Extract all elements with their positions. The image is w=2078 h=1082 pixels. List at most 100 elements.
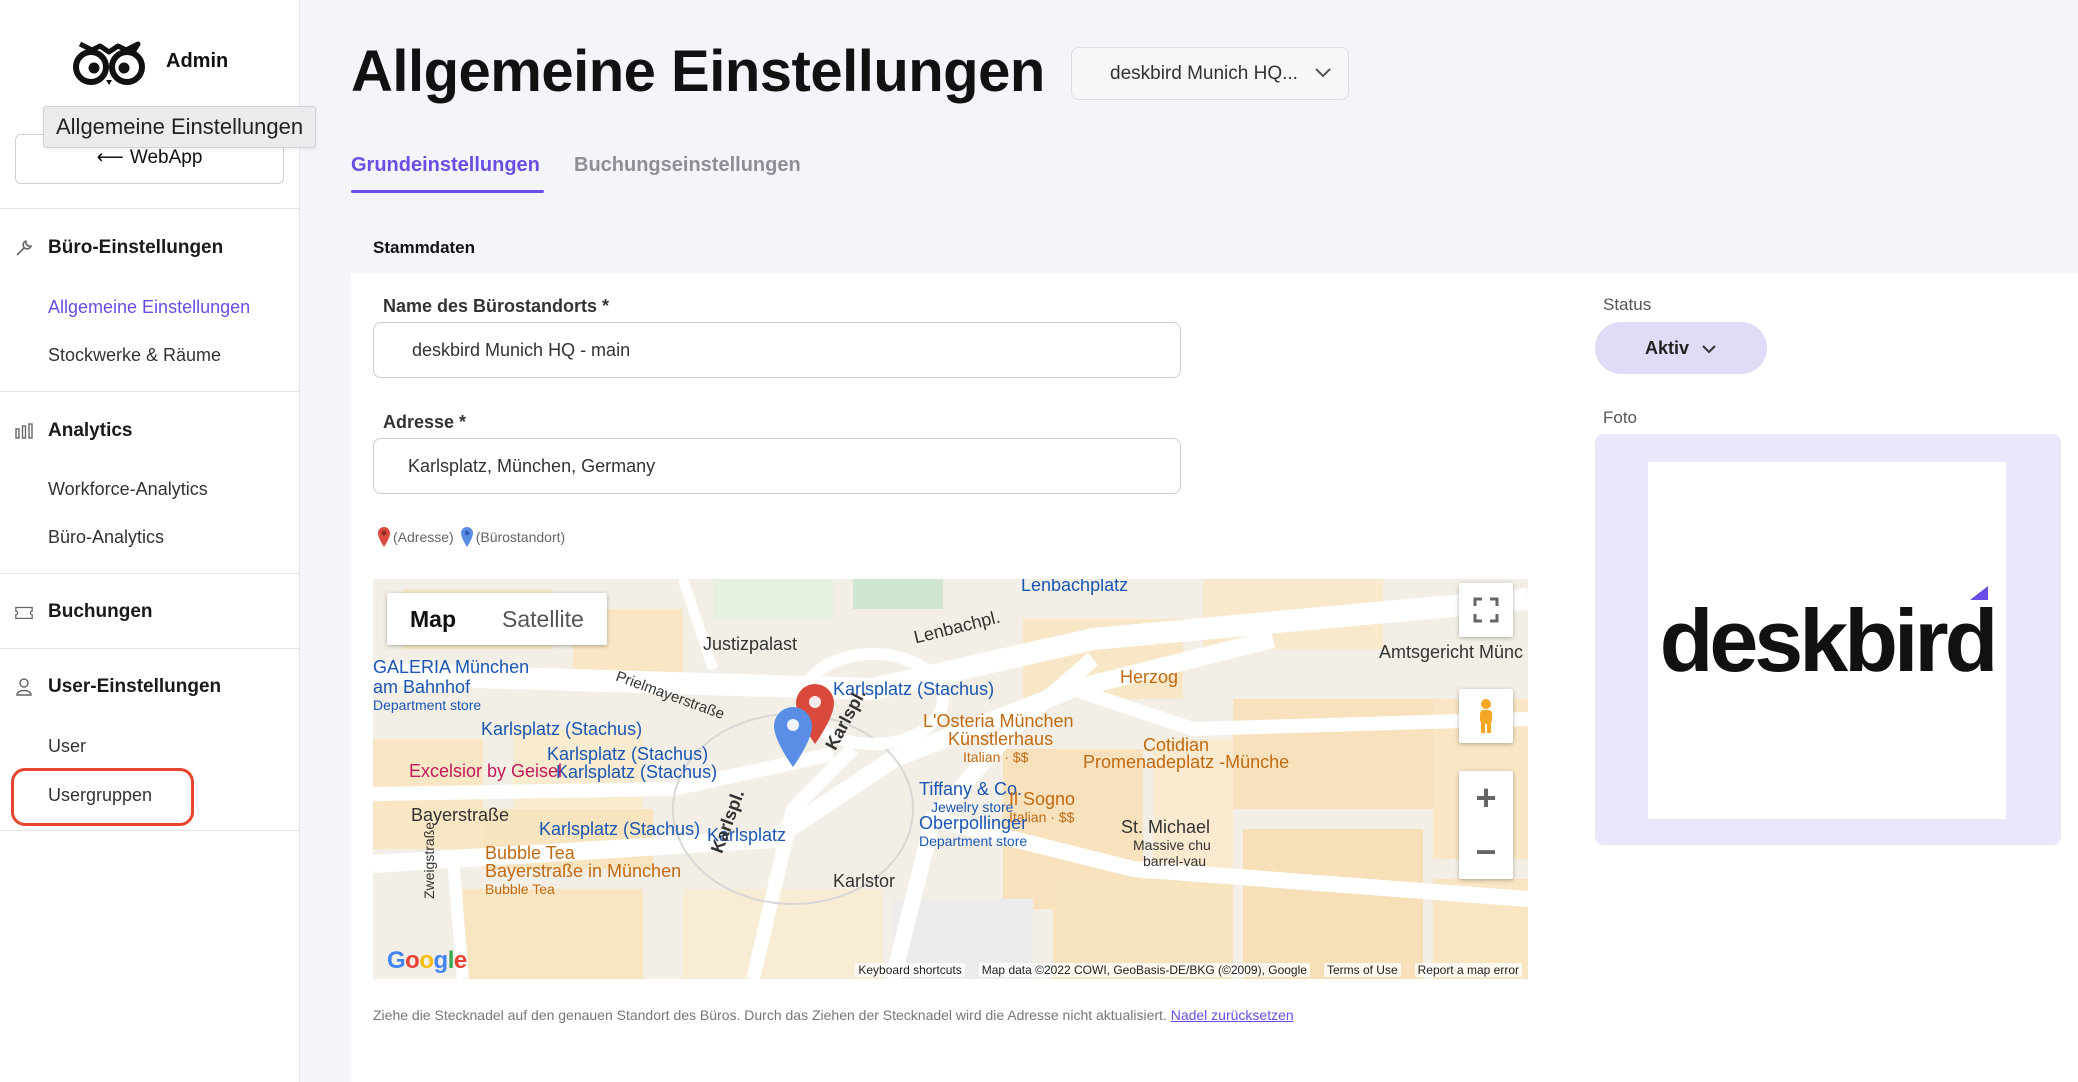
- divider: [0, 573, 300, 574]
- map-label: GALERIA München: [373, 657, 530, 677]
- sidebar-section-label: Buchungen: [48, 601, 153, 622]
- sidebar-section-label: Büro-Einstellungen: [48, 237, 224, 258]
- map-footer-report[interactable]: Report a map error: [1414, 963, 1522, 977]
- fullscreen-icon: [1473, 597, 1499, 623]
- deskbird-logo: deskbird: [1659, 585, 1999, 692]
- map-label: Zweigstraße: [421, 821, 437, 899]
- sidebar-section-label: User-Einstellungen: [48, 676, 222, 697]
- page-title: Allgemeine Einstellungen: [351, 39, 1045, 104]
- divider: [0, 830, 300, 831]
- map-footer: Keyboard shortcuts Map data ©2022 COWI, …: [373, 961, 1528, 979]
- street-view-button[interactable]: [1459, 689, 1513, 743]
- red-pin-icon: [378, 527, 390, 547]
- sidebar-section-user-einstellungen[interactable]: User-Einstellungen: [14, 676, 221, 698]
- chevron-down-icon: [1314, 63, 1332, 85]
- map-label: Lenbachplatz: [1021, 579, 1129, 595]
- section-title: Stammdaten: [373, 238, 476, 257]
- map-label: Excelsior by Geisel: [409, 761, 563, 781]
- map-type-map[interactable]: Map: [387, 593, 479, 645]
- map-label: am Bahnhof: [373, 677, 471, 697]
- usergruppen-highlight: [11, 768, 194, 826]
- map-label: Bubble Tea: [485, 881, 555, 897]
- sidebar-item-workforce-analytics[interactable]: Workforce-Analytics: [48, 479, 208, 500]
- active-tab-indicator: [351, 190, 544, 193]
- status-value: Aktiv: [1644, 337, 1689, 358]
- map-footer-terms[interactable]: Terms of Use: [1323, 963, 1401, 977]
- arrow-left-icon: ⟵: [96, 147, 124, 168]
- owl-logo-icon: [73, 41, 145, 85]
- map-type-toggle: Map Satellite: [387, 593, 607, 645]
- divider: [0, 648, 300, 649]
- tab-buchungseinstellungen[interactable]: Buchungseinstellungen: [574, 154, 801, 177]
- legend-address: (Adresse): [393, 529, 454, 545]
- wrench-icon: [14, 238, 34, 258]
- sidebar-section-analytics[interactable]: Analytics: [14, 420, 132, 442]
- tooltip: Allgemeine Einstellungen: [43, 106, 317, 148]
- brand[interactable]: Admin: [70, 36, 228, 86]
- office-name-value: deskbird Munich HQ - main: [412, 339, 631, 360]
- office-photo: deskbird: [1648, 462, 2006, 819]
- sidebar: Admin ⟵ WebApp Allgemeine Einstellungen …: [0, 0, 317, 1082]
- map-label: Oberpollinger: [919, 813, 1028, 833]
- deskbird-logo-text: deskbird: [1659, 590, 1999, 690]
- office-name-field[interactable]: deskbird Munich HQ - main: [373, 322, 1181, 378]
- blue-pin-icon: [460, 527, 473, 547]
- legend-office: (Bürostandort): [475, 529, 566, 545]
- sidebar-item-stockwerke-raeume[interactable]: Stockwerke & Räume: [48, 345, 221, 366]
- address-field-label: Adresse *: [383, 412, 467, 432]
- map-label: Karlsplatz (Stachus): [481, 719, 643, 739]
- sidebar-item-allgemeine-einstellungen[interactable]: Allgemeine Einstellungen: [48, 297, 250, 318]
- map-hint: Ziehe die Stecknadel auf den genauen Sta…: [373, 1007, 1294, 1023]
- map-label: St. Michael: [1121, 817, 1211, 837]
- map-label: Herzog: [1120, 667, 1179, 687]
- map-hint-text: Ziehe die Stecknadel auf den genauen Sta…: [373, 1007, 1167, 1023]
- fullscreen-button[interactable]: [1459, 583, 1513, 637]
- sidebar-item-user[interactable]: User: [48, 736, 86, 757]
- zoom-out-icon[interactable]: −: [1475, 831, 1496, 873]
- map-label: Promenadeplatz -Münche: [1083, 752, 1290, 772]
- status-dropdown[interactable]: Aktiv: [1595, 322, 1767, 374]
- ticket-icon: [14, 602, 34, 622]
- sidebar-section-buchungen[interactable]: Buchungen: [14, 601, 153, 623]
- sidebar-section-label: Analytics: [48, 420, 133, 441]
- map-label: Amtsgericht Münc: [1379, 642, 1524, 662]
- map-label: Karlstor: [833, 871, 896, 891]
- sidebar-section-buero-einstellungen[interactable]: Büro-Einstellungen: [14, 237, 223, 259]
- divider: [0, 208, 300, 209]
- address-field[interactable]: Karlsplatz, München, Germany: [373, 438, 1181, 494]
- reset-pin-link[interactable]: Nadel zurücksetzen: [1171, 1007, 1294, 1023]
- map-label: Bayerstraße in München: [485, 861, 682, 881]
- map-label: barrel-vau: [1143, 853, 1207, 869]
- sidebar-item-buero-analytics[interactable]: Büro-Analytics: [48, 527, 164, 548]
- map-footer-data: Map data ©2022 COWI, GeoBasis-DE/BKG (©2…: [978, 963, 1310, 977]
- map[interactable]: Map Satellite Justizpalast Lenbachplatz …: [373, 579, 1528, 979]
- map-legend: (Adresse) (Bürostandort): [377, 526, 569, 548]
- map-label: Karlsplatz (Stachus): [556, 762, 718, 782]
- map-footer-keyboard[interactable]: Keyboard shortcuts: [855, 963, 965, 977]
- site-select-value: deskbird Munich HQ...: [1110, 62, 1298, 84]
- photo-label: Foto: [1603, 408, 1638, 427]
- user-icon: [14, 677, 34, 697]
- site-select[interactable]: deskbird Munich HQ...: [1071, 47, 1349, 100]
- tab-grundeinstellungen[interactable]: Grundeinstellungen: [351, 154, 540, 177]
- map-label: Italian · $$: [963, 749, 1029, 765]
- zoom-in-icon[interactable]: +: [1475, 777, 1496, 819]
- logo-accent-icon: [1970, 585, 1989, 600]
- map-label: Karlsplatz (Stachus): [539, 819, 701, 839]
- brand-title: Admin: [166, 49, 229, 72]
- pegman-icon: [1480, 699, 1492, 733]
- webapp-button-label: WebApp: [129, 147, 203, 168]
- address-value: Karlsplatz, München, Germany: [408, 455, 656, 476]
- bar-chart-icon: [14, 421, 34, 441]
- map-label: Massive chu: [1133, 837, 1211, 853]
- divider: [0, 391, 300, 392]
- name-field-label: Name des Bürostandorts *: [383, 296, 610, 316]
- status-label: Status: [1603, 295, 1652, 314]
- map-label: Il Sogno: [1009, 789, 1076, 809]
- zoom-controls: + −: [1459, 771, 1513, 879]
- map-type-satellite[interactable]: Satellite: [479, 593, 607, 645]
- map-label: Justizpalast: [703, 634, 798, 654]
- chevron-down-icon: [1701, 338, 1717, 359]
- map-label: Tiffany & Co.: [919, 779, 1023, 799]
- office-pin-icon[interactable]: [771, 705, 815, 769]
